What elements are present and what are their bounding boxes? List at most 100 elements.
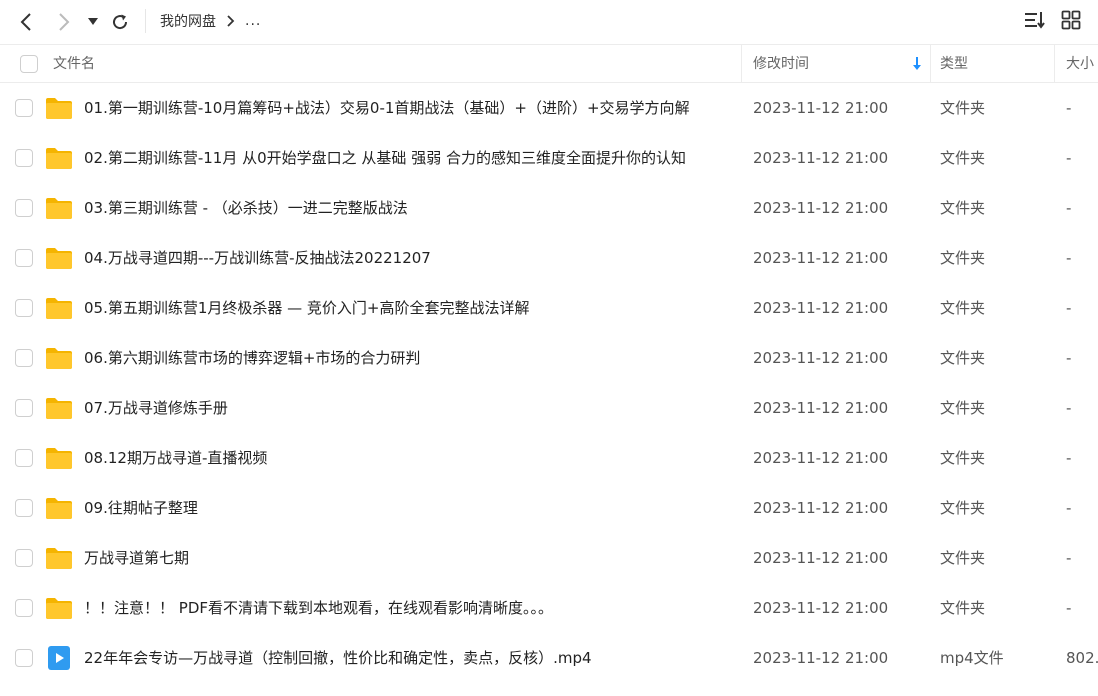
file-size: - xyxy=(1066,149,1072,167)
file-name[interactable]: 03.第三期训练营 - （必杀技）一进二完整版战法 xyxy=(84,198,408,218)
file-row[interactable]: ！！注意！！ PDF看不清请下载到本地观看，在线观看影响清晰度。。。 2023-1… xyxy=(0,583,1098,633)
file-size: - xyxy=(1066,499,1072,517)
sort-desc-arrow-icon[interactable] xyxy=(911,56,923,76)
file-row[interactable]: 05.第五期训练营1月终极杀器 — 竞价入门+高阶全套完整战法详解 2023-11… xyxy=(0,283,1098,333)
file-size: - xyxy=(1066,99,1072,117)
folder-icon xyxy=(45,96,73,120)
file-size: - xyxy=(1066,199,1072,217)
row-checkbox[interactable] xyxy=(15,549,33,567)
grid-view-button[interactable] xyxy=(1061,10,1081,30)
file-name[interactable]: 02.第二期训练营-11月 从0开始学盘口之 从基础 强弱 合力的感知三维度全面… xyxy=(84,148,686,168)
file-type: 文件夹 xyxy=(940,349,986,367)
file-type: 文件夹 xyxy=(940,499,986,517)
column-header-type[interactable]: 类型 xyxy=(940,55,968,73)
file-row[interactable]: 03.第三期训练营 - （必杀技）一进二完整版战法 2023-11-12 21:0… xyxy=(0,183,1098,233)
file-modified: 2023-11-12 21:00 xyxy=(753,649,889,667)
row-checkbox[interactable] xyxy=(15,199,33,217)
row-checkbox[interactable] xyxy=(15,499,33,517)
file-row[interactable]: 04.万战寻道四期---万战训练营-反抽战法20221207 2023-11-12… xyxy=(0,233,1098,283)
column-divider xyxy=(741,45,742,83)
row-checkbox[interactable] xyxy=(15,149,33,167)
file-list-header: 文件名 修改时间 类型 大小 xyxy=(0,44,1098,83)
back-button[interactable] xyxy=(12,8,40,36)
column-header-name[interactable]: 文件名 xyxy=(53,55,95,73)
row-checkbox[interactable] xyxy=(15,649,33,667)
chevron-left-icon xyxy=(20,13,31,31)
sort-button[interactable] xyxy=(1024,10,1046,30)
file-name[interactable]: 05.第五期训练营1月终极杀器 — 竞价入门+高阶全套完整战法详解 xyxy=(84,298,530,318)
file-modified: 2023-11-12 21:00 xyxy=(753,249,889,267)
file-size: - xyxy=(1066,249,1072,267)
file-modified: 2023-11-12 21:00 xyxy=(753,549,889,567)
row-checkbox[interactable] xyxy=(15,599,33,617)
refresh-button[interactable] xyxy=(106,8,134,36)
file-type: 文件夹 xyxy=(940,399,986,417)
folder-icon xyxy=(45,146,73,170)
file-row[interactable]: 07.万战寻道修炼手册 2023-11-12 21:00 文件夹 - xyxy=(0,383,1098,433)
file-row[interactable]: 09.往期帖子整理 2023-11-12 21:00 文件夹 - xyxy=(0,483,1098,533)
file-name[interactable]: 万战寻道第七期 xyxy=(84,548,189,568)
file-name[interactable]: 08.12期万战寻道-直播视频 xyxy=(84,448,267,468)
file-size: - xyxy=(1066,549,1072,567)
file-row[interactable]: 万战寻道第七期 2023-11-12 21:00 文件夹 - xyxy=(0,533,1098,583)
file-name[interactable]: 09.往期帖子整理 xyxy=(84,498,198,518)
file-row[interactable]: 22年年会专访—万战寻道（控制回撤，性价比和确定性，卖点，反核）.mp4 2023… xyxy=(0,633,1098,683)
row-checkbox[interactable] xyxy=(15,399,33,417)
row-checkbox[interactable] xyxy=(15,249,33,267)
file-modified: 2023-11-12 21:00 xyxy=(753,349,889,367)
folder-icon xyxy=(45,196,73,220)
file-row[interactable]: 06.第六期训练营市场的博弈逻辑+市场的合力研判 2023-11-12 21:00… xyxy=(0,333,1098,383)
file-name[interactable]: 01.第一期训练营-10月篇筹码+战法）交易0-1首期战法（基础）+（进阶）+交… xyxy=(84,98,690,118)
file-modified: 2023-11-12 21:00 xyxy=(753,149,889,167)
folder-icon xyxy=(45,596,73,620)
file-name[interactable]: 22年年会专访—万战寻道（控制回撤，性价比和确定性，卖点，反核）.mp4 xyxy=(84,648,592,668)
file-row[interactable]: 08.12期万战寻道-直播视频 2023-11-12 21:00 文件夹 - xyxy=(0,433,1098,483)
breadcrumb-root[interactable]: 我的网盘 xyxy=(160,11,216,31)
column-header-modified[interactable]: 修改时间 xyxy=(753,55,809,73)
video-file-icon xyxy=(45,646,73,670)
history-dropdown-button[interactable] xyxy=(80,8,106,36)
file-row[interactable]: 02.第二期训练营-11月 从0开始学盘口之 从基础 强弱 合力的感知三维度全面… xyxy=(0,133,1098,183)
file-list: 01.第一期训练营-10月篇筹码+战法）交易0-1首期战法（基础）+（进阶）+交… xyxy=(0,83,1098,683)
file-size: - xyxy=(1066,399,1072,417)
file-modified: 2023-11-12 21:00 xyxy=(753,449,889,467)
chevron-right-icon xyxy=(59,13,70,31)
folder-icon xyxy=(45,446,73,470)
file-name[interactable]: 06.第六期训练营市场的博弈逻辑+市场的合力研判 xyxy=(84,348,420,368)
folder-icon xyxy=(45,396,73,420)
row-checkbox[interactable] xyxy=(15,349,33,367)
file-name[interactable]: 07.万战寻道修炼手册 xyxy=(84,398,228,418)
file-modified: 2023-11-12 21:00 xyxy=(753,599,889,617)
file-modified: 2023-11-12 21:00 xyxy=(753,99,889,117)
file-type: mp4文件 xyxy=(940,649,1004,667)
file-name[interactable]: 04.万战寻道四期---万战训练营-反抽战法20221207 xyxy=(84,248,431,268)
select-all-checkbox[interactable] xyxy=(20,55,38,73)
file-type: 文件夹 xyxy=(940,99,986,117)
row-checkbox[interactable] xyxy=(15,99,33,117)
file-size: 802.9 xyxy=(1066,649,1098,667)
file-row[interactable]: 01.第一期训练营-10月篇筹码+战法）交易0-1首期战法（基础）+（进阶）+交… xyxy=(0,83,1098,133)
file-type: 文件夹 xyxy=(940,549,986,567)
folder-icon xyxy=(45,296,73,320)
breadcrumb-more[interactable]: ... xyxy=(245,13,261,29)
forward-button[interactable] xyxy=(50,8,78,36)
breadcrumb: 我的网盘 ... xyxy=(160,10,261,32)
folder-icon xyxy=(45,346,73,370)
row-checkbox[interactable] xyxy=(15,449,33,467)
file-size: - xyxy=(1066,349,1072,367)
file-type: 文件夹 xyxy=(940,449,986,467)
folder-icon xyxy=(45,496,73,520)
file-size: - xyxy=(1066,299,1072,317)
file-modified: 2023-11-12 21:00 xyxy=(753,199,889,217)
toolbar: 我的网盘 ... xyxy=(0,0,1098,44)
row-checkbox[interactable] xyxy=(15,299,33,317)
toolbar-divider xyxy=(145,9,146,33)
file-size: - xyxy=(1066,599,1072,617)
file-size: - xyxy=(1066,449,1072,467)
file-type: 文件夹 xyxy=(940,249,986,267)
file-name[interactable]: ！！注意！！ PDF看不清请下载到本地观看，在线观看影响清晰度。。。 xyxy=(84,598,553,618)
column-divider xyxy=(1054,45,1055,83)
file-type: 文件夹 xyxy=(940,199,986,217)
column-header-size[interactable]: 大小 xyxy=(1066,55,1094,73)
file-type: 文件夹 xyxy=(940,599,986,617)
